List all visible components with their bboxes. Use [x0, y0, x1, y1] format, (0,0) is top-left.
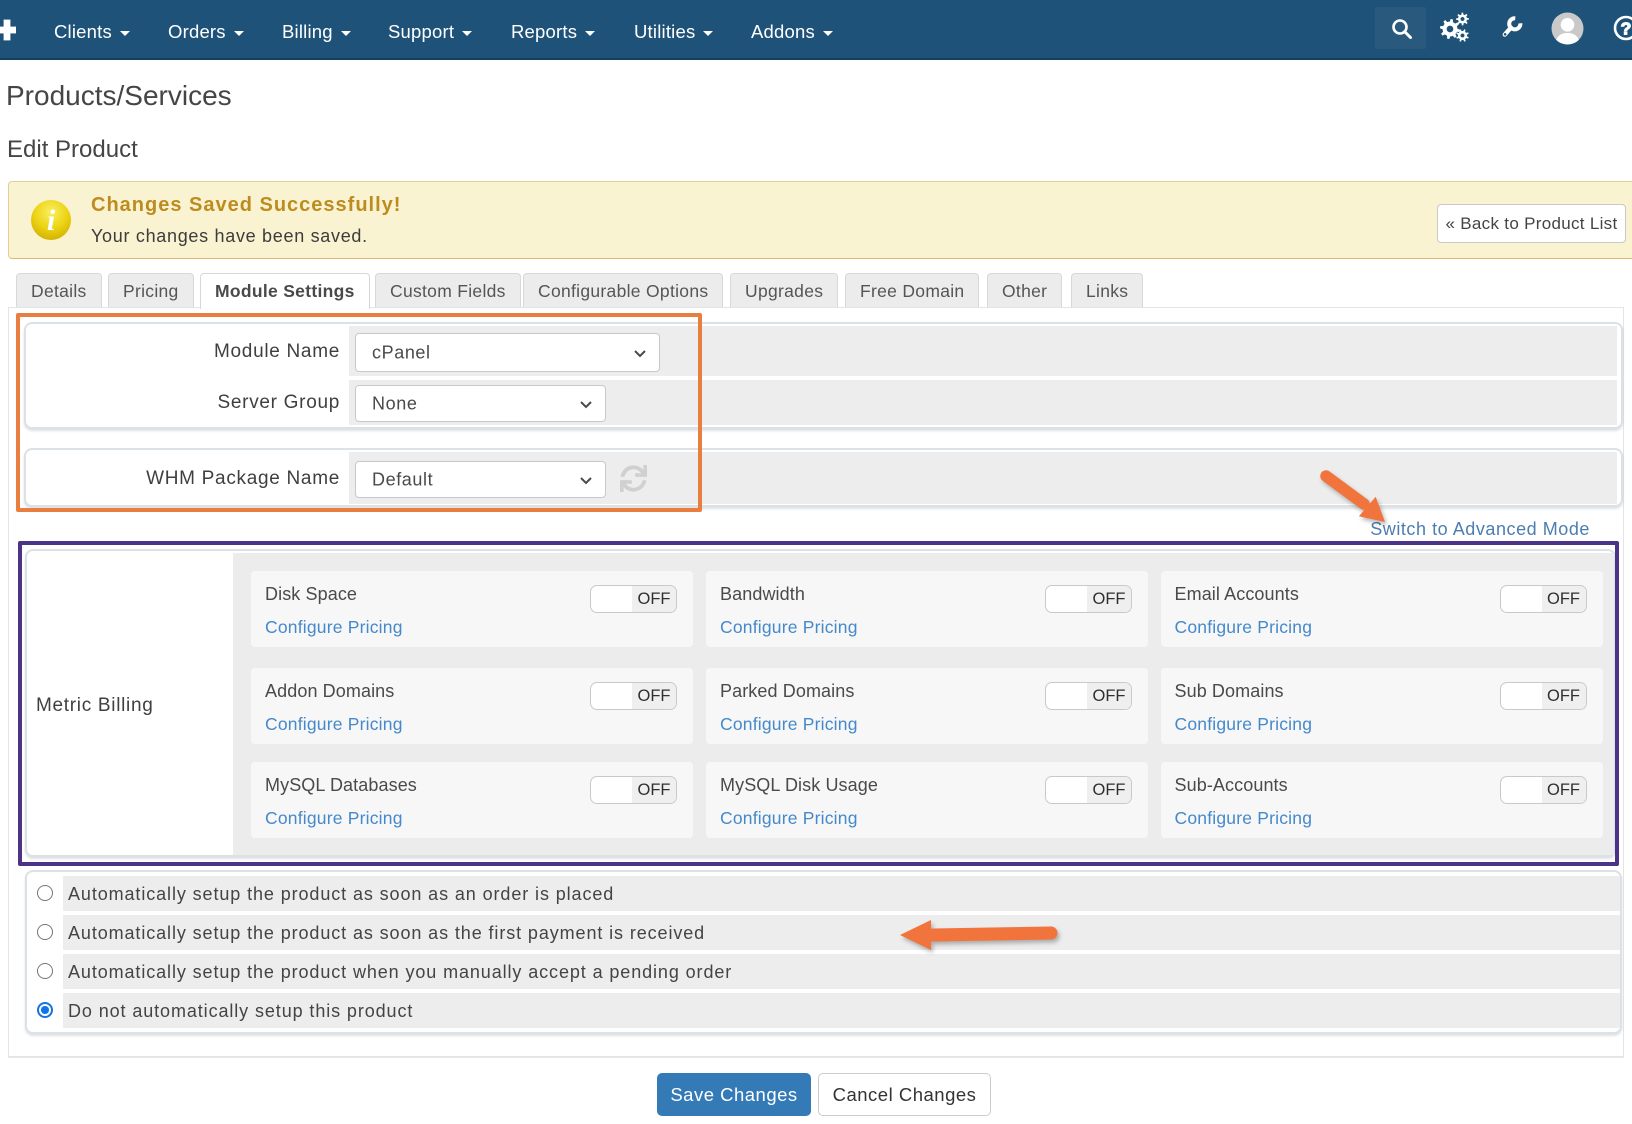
svg-text:?: ?	[1621, 18, 1632, 38]
svg-text:i: i	[47, 204, 56, 237]
